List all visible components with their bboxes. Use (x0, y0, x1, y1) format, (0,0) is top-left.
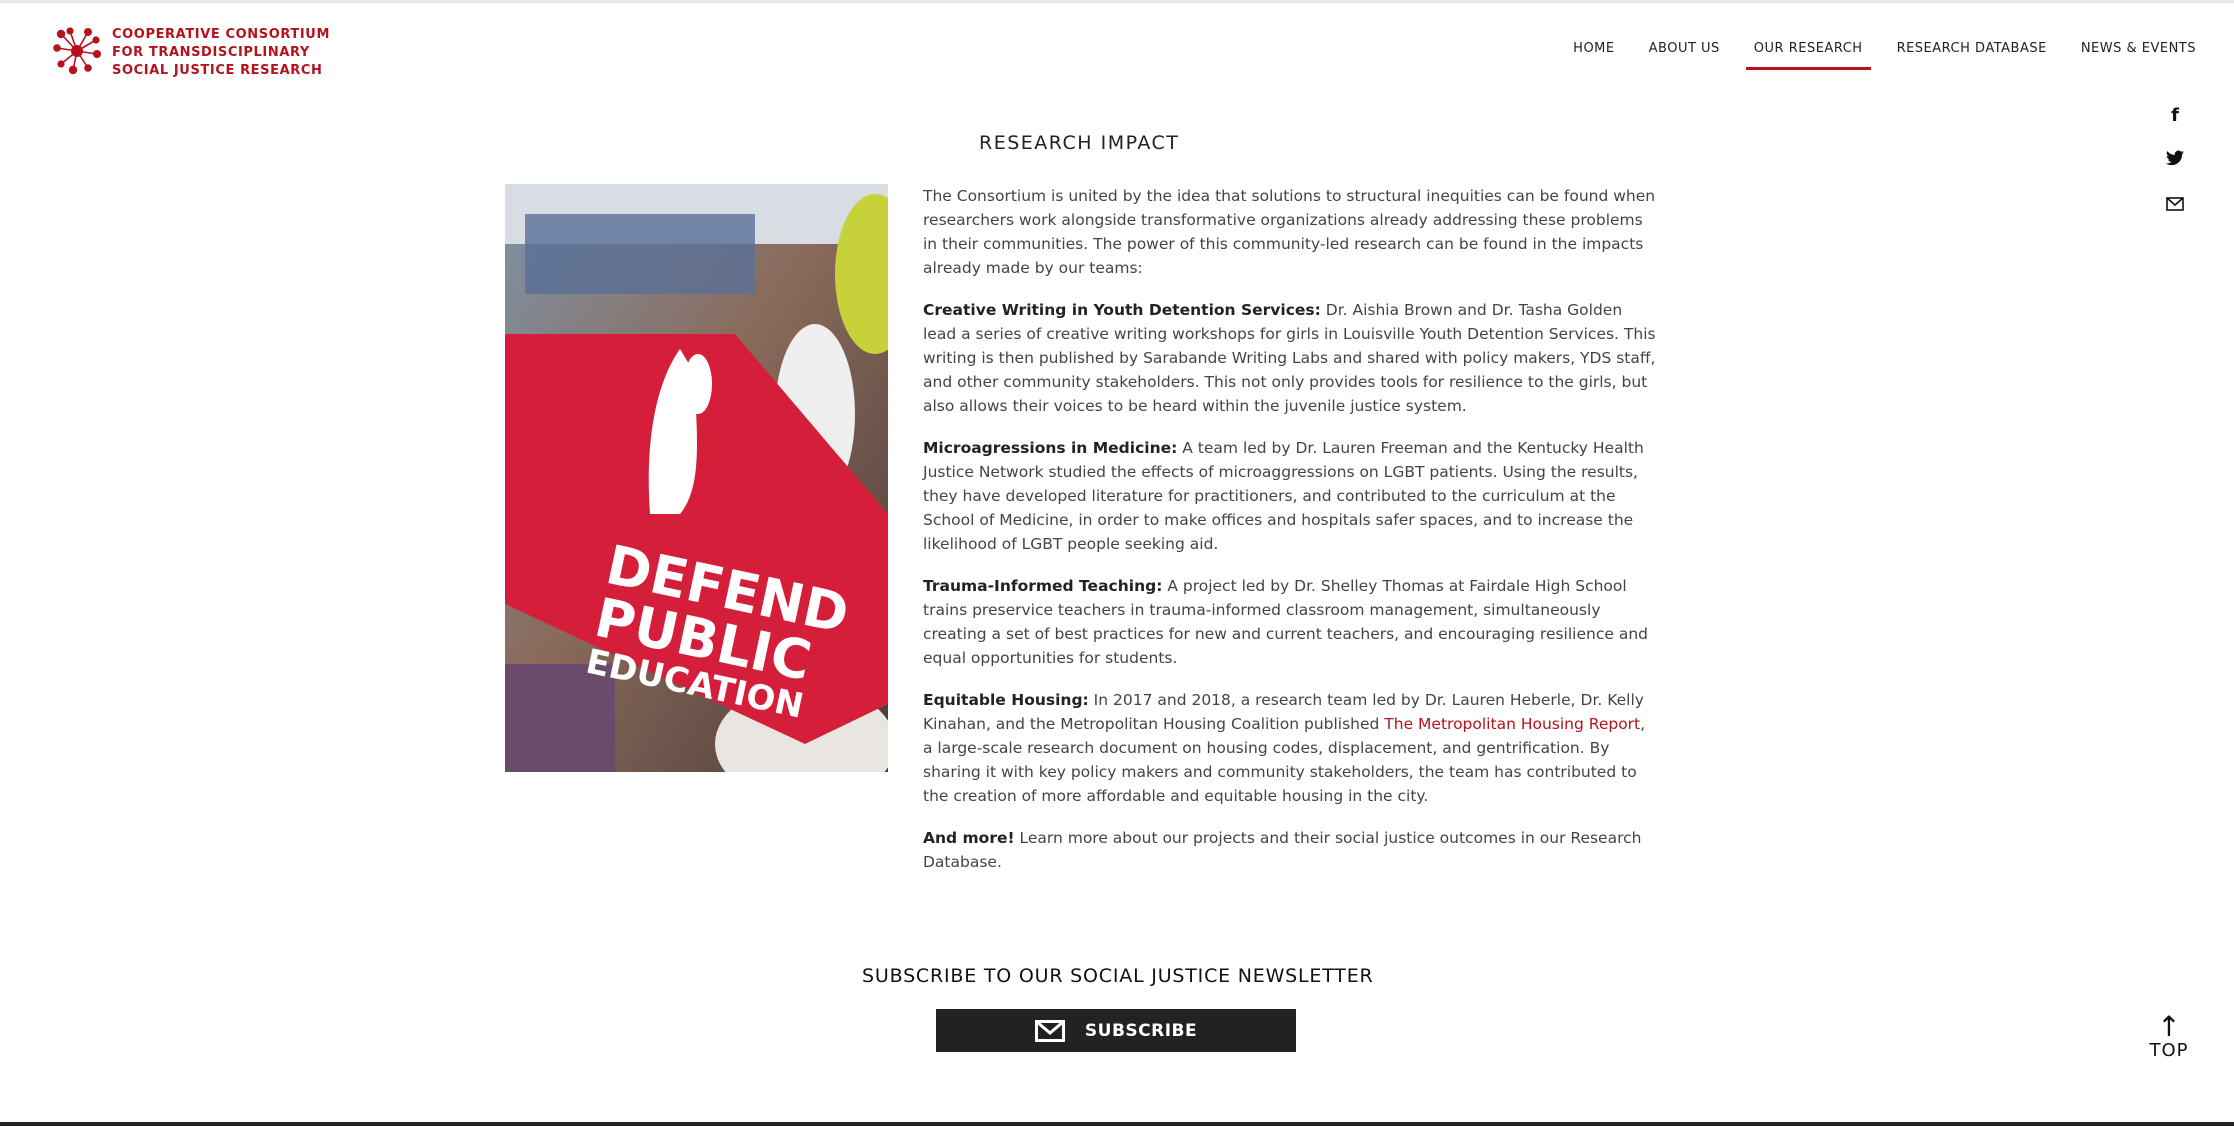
arrow-up-icon: ↑ (2157, 1010, 2181, 1043)
and-more-paragraph: And more! Learn more about our projects … (923, 826, 1656, 874)
impact-item-housing: Equitable Housing: In 2017 and 2018, a r… (923, 688, 1656, 808)
and-more-label: And more! (923, 829, 1015, 847)
nav-our-research[interactable]: OUR RESEARCH (1745, 40, 1871, 70)
housing-report-link[interactable]: The Metropolitan Housing Report (1384, 715, 1640, 733)
nav-about-us[interactable]: ABOUT US (1641, 40, 1728, 70)
nav-home[interactable]: HOME (1565, 40, 1622, 70)
page-title: RESEARCH IMPACT (979, 132, 1180, 154)
impact-item-label: Trauma-Informed Teaching: (923, 577, 1163, 595)
twitter-icon[interactable] (2163, 149, 2187, 173)
facebook-icon[interactable]: f (2163, 104, 2187, 128)
site-name: COOPERATIVE CONSORTIUM FOR TRANSDISCIPLI… (112, 26, 330, 80)
hero-image: DEFEND PUBLIC EDUCATION (505, 184, 888, 772)
subscribe-button-label: SUBSCRIBE (1084, 1020, 1198, 1041)
article-body: The Consortium is united by the idea tha… (923, 184, 1656, 892)
email-icon[interactable] (2163, 194, 2187, 218)
impact-item-label: Equitable Housing: (923, 691, 1089, 709)
top-border (0, 0, 2234, 3)
back-to-top-button[interactable]: ↑ TOP (2144, 1010, 2194, 1062)
nav-research-database[interactable]: RESEARCH DATABASE (1889, 40, 2055, 70)
impact-item: Creative Writing in Youth Detention Serv… (923, 298, 1656, 418)
site-name-line2: FOR TRANSDISCIPLINARY (112, 45, 310, 60)
social-links: f (2163, 104, 2187, 239)
newsletter-title: SUBSCRIBE TO OUR SOCIAL JUSTICE NEWSLETT… (862, 965, 1374, 987)
and-more-text: Learn more about our projects and their … (923, 829, 1642, 871)
intro-paragraph: The Consortium is united by the idea tha… (923, 187, 1656, 277)
impact-item: Microagressions in Medicine: A team led … (923, 436, 1656, 556)
site-name-line3: SOCIAL JUSTICE RESEARCH (112, 63, 323, 78)
subscribe-button[interactable]: SUBSCRIBE (936, 1009, 1296, 1052)
site-name-line1: COOPERATIVE CONSORTIUM (112, 27, 330, 42)
main-nav: HOME ABOUT US OUR RESEARCH RESEARCH DATA… (1547, 40, 2204, 70)
envelope-icon (1034, 1019, 1065, 1042)
nav-news-events[interactable]: NEWS & EVENTS (2073, 40, 2204, 70)
site-logo[interactable]: COOPERATIVE CONSORTIUM FOR TRANSDISCIPLI… (52, 26, 330, 80)
impact-item-label: Creative Writing in Youth Detention Serv… (923, 301, 1321, 319)
back-to-top-label: TOP (2149, 1040, 2189, 1061)
impact-item: Trauma-Informed Teaching: A project led … (923, 574, 1656, 670)
impact-item-label: Microagressions in Medicine: (923, 439, 1178, 457)
consortium-logo-icon (53, 27, 101, 75)
bottom-border (0, 1122, 2234, 1126)
